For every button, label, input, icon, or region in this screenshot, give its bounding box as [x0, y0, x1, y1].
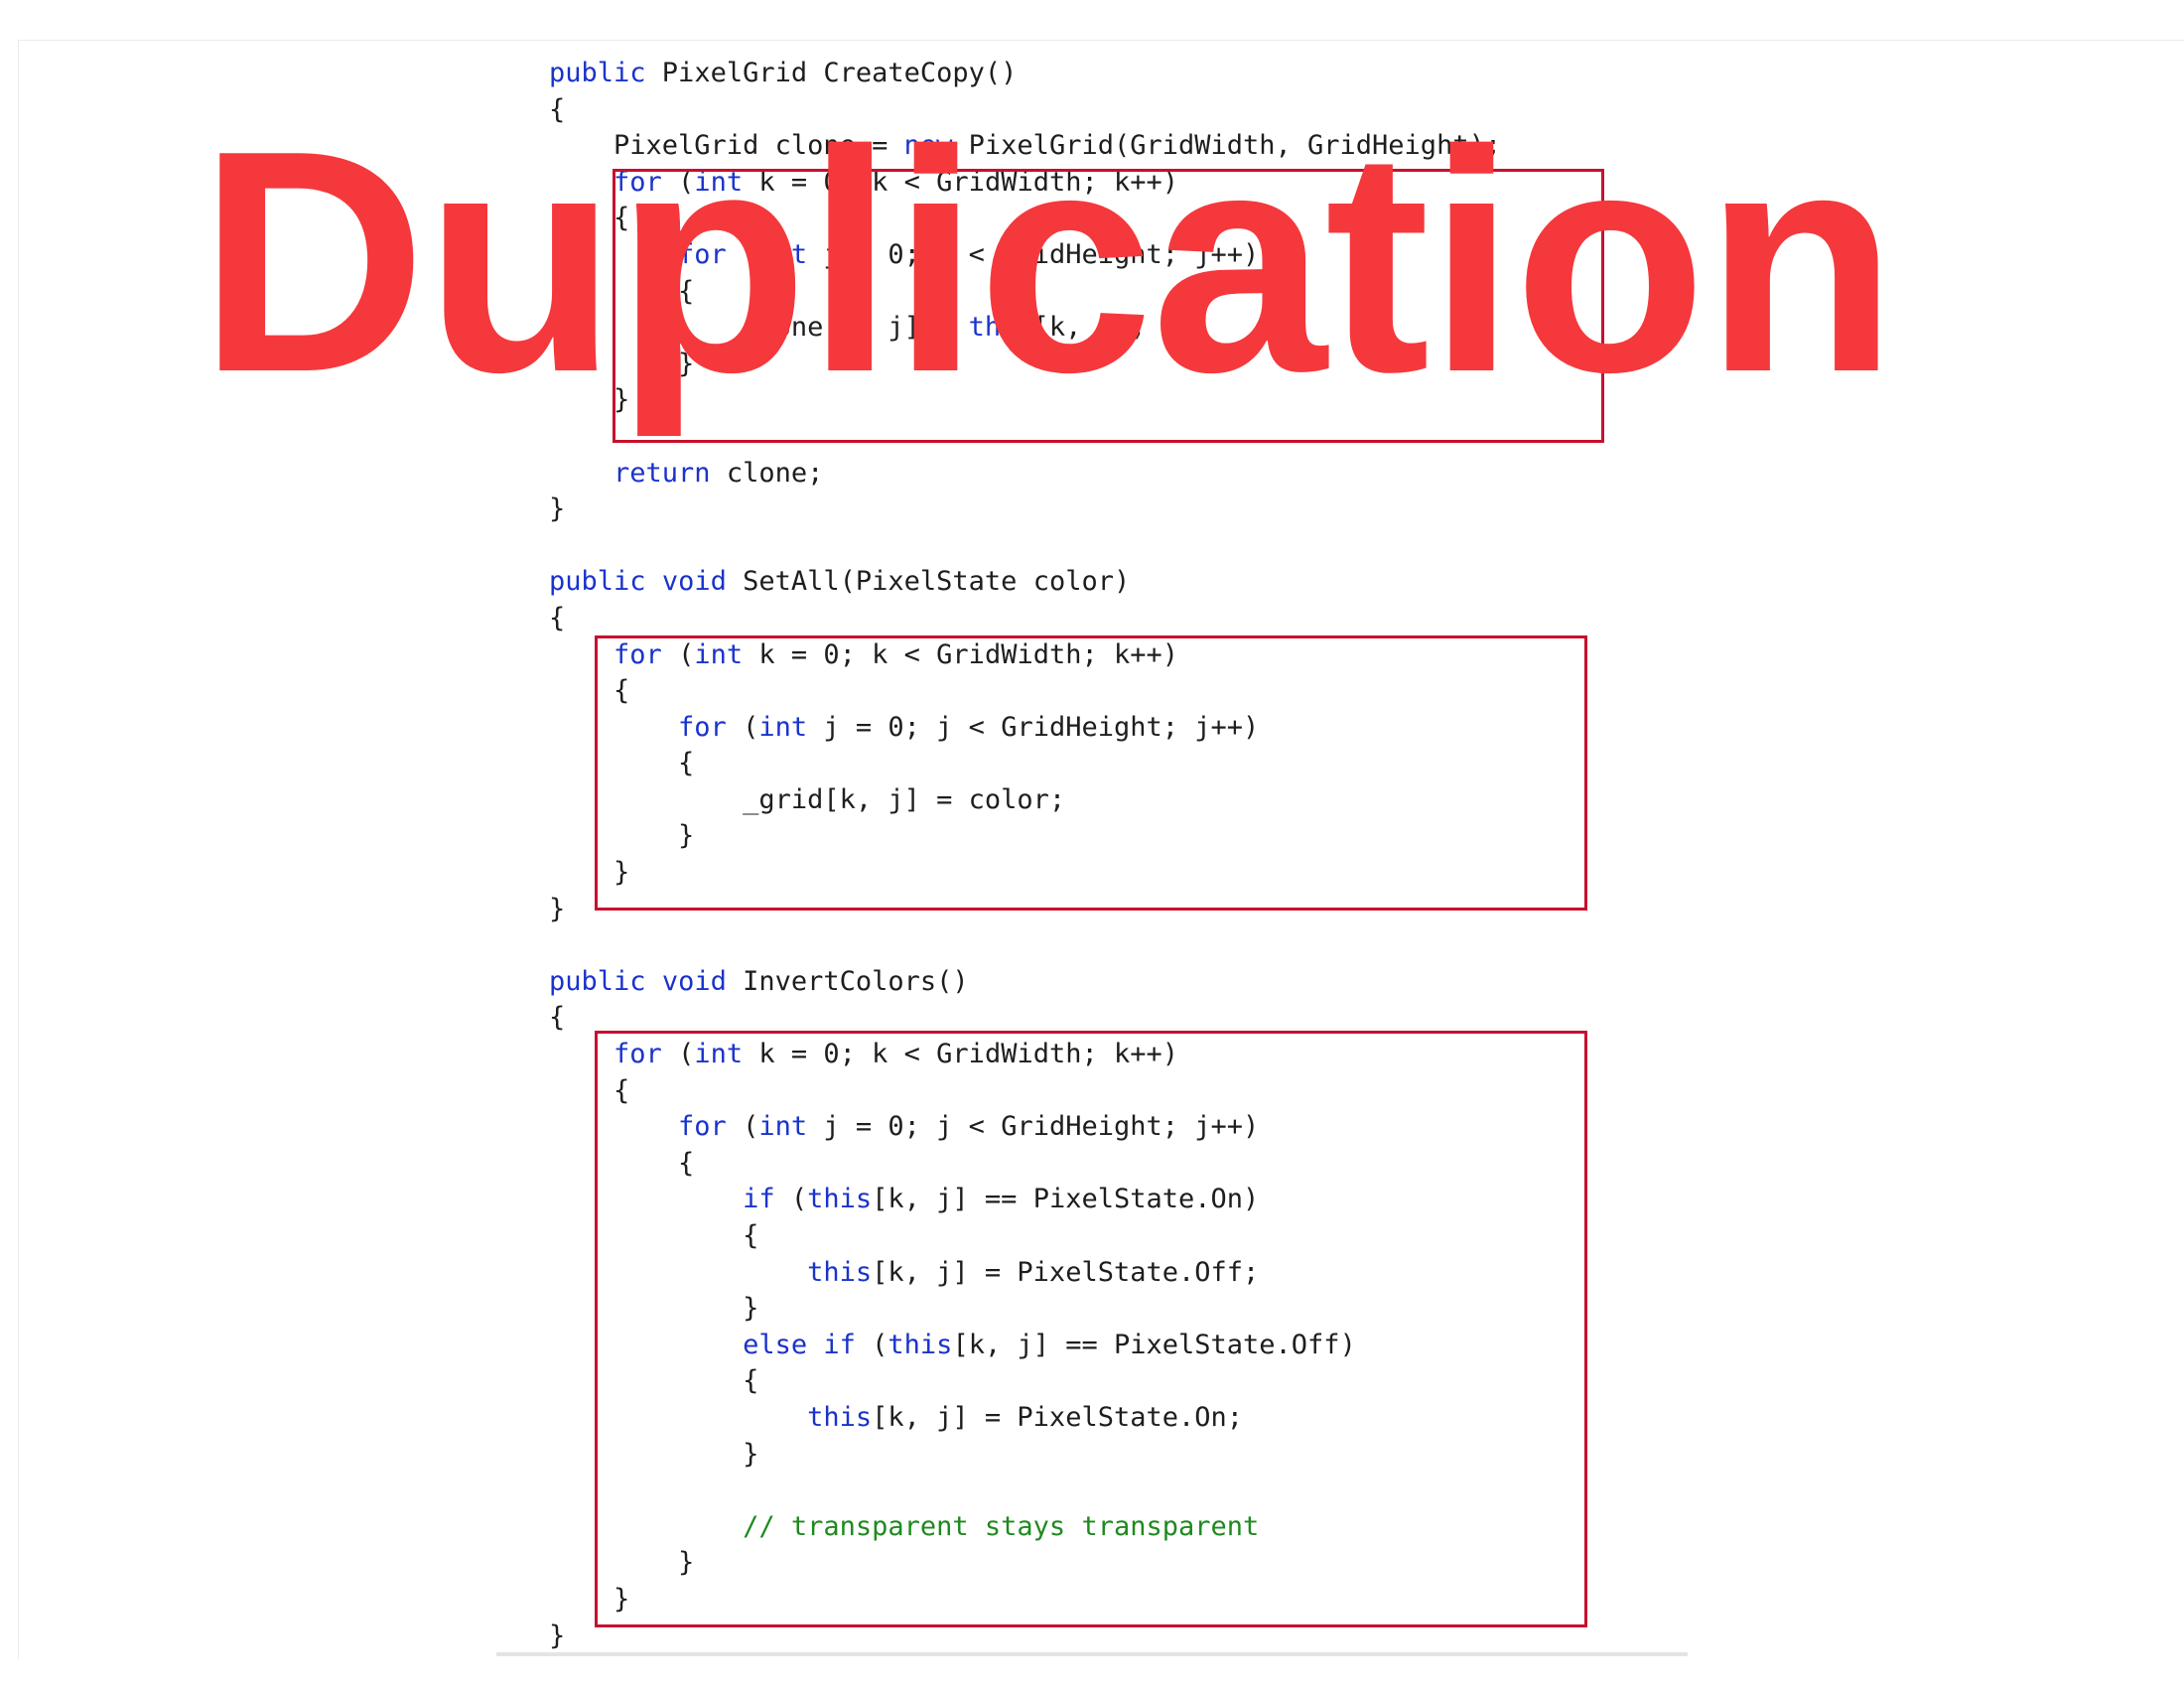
code-keyword: return — [614, 457, 711, 489]
code-token: SetAll(PixelState color) — [726, 566, 1131, 598]
duplicate-loop-highlight-invertcolors — [595, 1031, 1587, 1627]
code-line: } — [549, 492, 1501, 528]
code-line: { — [549, 601, 1501, 637]
slide: public PixelGrid CreateCopy(){ PixelGrid… — [0, 0, 2184, 1688]
code-line: public void InvertColors() — [549, 964, 1501, 1001]
code-line: public void SetAll(PixelState color) — [549, 564, 1501, 601]
code-token: } — [549, 493, 566, 525]
code-keyword: void — [661, 965, 727, 997]
code-keyword: public — [549, 566, 646, 598]
code-line: ​ — [549, 927, 1501, 964]
code-token: InvertColors() — [726, 965, 969, 997]
code-token: { — [549, 602, 566, 633]
code-line: ​ — [549, 528, 1501, 565]
code-line: return clone; — [549, 456, 1501, 492]
duplication-overlay-title: Duplication — [199, 85, 1897, 438]
code-keyword: public — [549, 965, 646, 997]
code-keyword: public — [549, 58, 646, 88]
code-keyword: void — [661, 566, 727, 598]
duplicate-loop-highlight-setall — [595, 635, 1587, 911]
code-token: } — [549, 893, 566, 924]
code-token: PixelGrid CreateCopy() — [645, 58, 1018, 88]
code-token: clone; — [710, 457, 824, 489]
code-token: } — [549, 1619, 566, 1651]
code-token: { — [549, 1002, 566, 1034]
